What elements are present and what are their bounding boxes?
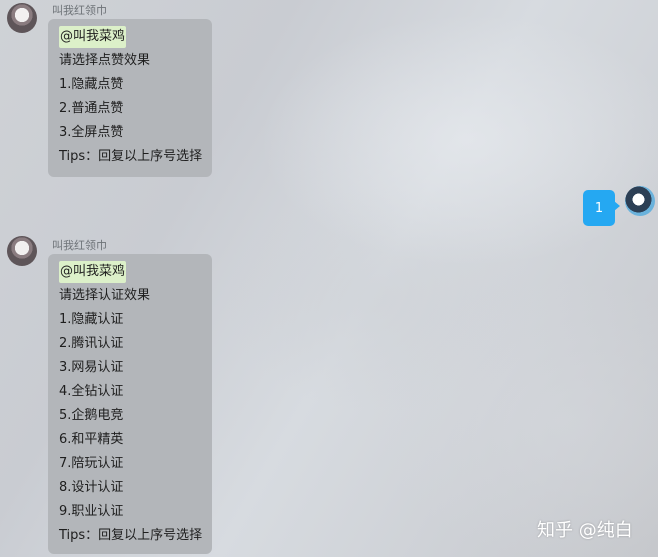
- message-line: 3.全屏点赞: [59, 125, 124, 140]
- message-bubble[interactable]: @叫我菜鸡 请选择认证效果 1.隐藏认证 2.腾讯认证 3.网易认证 4.全钻认…: [48, 254, 212, 554]
- sender-name: 叫我红领巾: [52, 4, 107, 17]
- outgoing-message-bubble[interactable]: 1: [583, 190, 615, 226]
- message-line: 4.全钻认证: [59, 384, 124, 399]
- outgoing-bubble-tail: [614, 201, 620, 211]
- self-avatar[interactable]: [625, 186, 655, 216]
- message-line: @叫我菜鸡: [59, 260, 202, 284]
- message-line: 1.隐藏认证: [59, 312, 124, 327]
- sender-name: 叫我红领巾: [52, 239, 107, 252]
- message-line: 1.隐藏点赞: [59, 77, 124, 92]
- message-line: 请选择点赞效果: [59, 53, 151, 68]
- message-line: 3.网易认证: [59, 360, 124, 375]
- message-bubble[interactable]: @叫我菜鸡 请选择点赞效果 1.隐藏点赞 2.普通点赞 3.全屏点赞 Tips：…: [48, 19, 212, 177]
- sender-avatar[interactable]: [7, 236, 37, 266]
- watermark: 知乎 @纯白: [537, 520, 633, 541]
- mention-tag[interactable]: @叫我菜鸡: [59, 26, 127, 48]
- message-line: 6.和平精英: [59, 432, 124, 447]
- sender-avatar[interactable]: [7, 3, 37, 33]
- message-line: 7.陪玩认证: [59, 456, 124, 471]
- message-line: @叫我菜鸡: [59, 25, 202, 49]
- mention-tag[interactable]: @叫我菜鸡: [59, 261, 127, 283]
- message-line: 8.设计认证: [59, 480, 124, 495]
- message-line: Tips：回复以上序号选择: [59, 528, 203, 543]
- message-line: 2.普通点赞: [59, 101, 124, 116]
- message-line: 9.职业认证: [59, 504, 124, 519]
- message-line: 请选择认证效果: [59, 288, 151, 303]
- message-line: 2.腾讯认证: [59, 336, 124, 351]
- message-line: 5.企鹅电竞: [59, 408, 124, 423]
- message-line: Tips：回复以上序号选择: [59, 149, 203, 164]
